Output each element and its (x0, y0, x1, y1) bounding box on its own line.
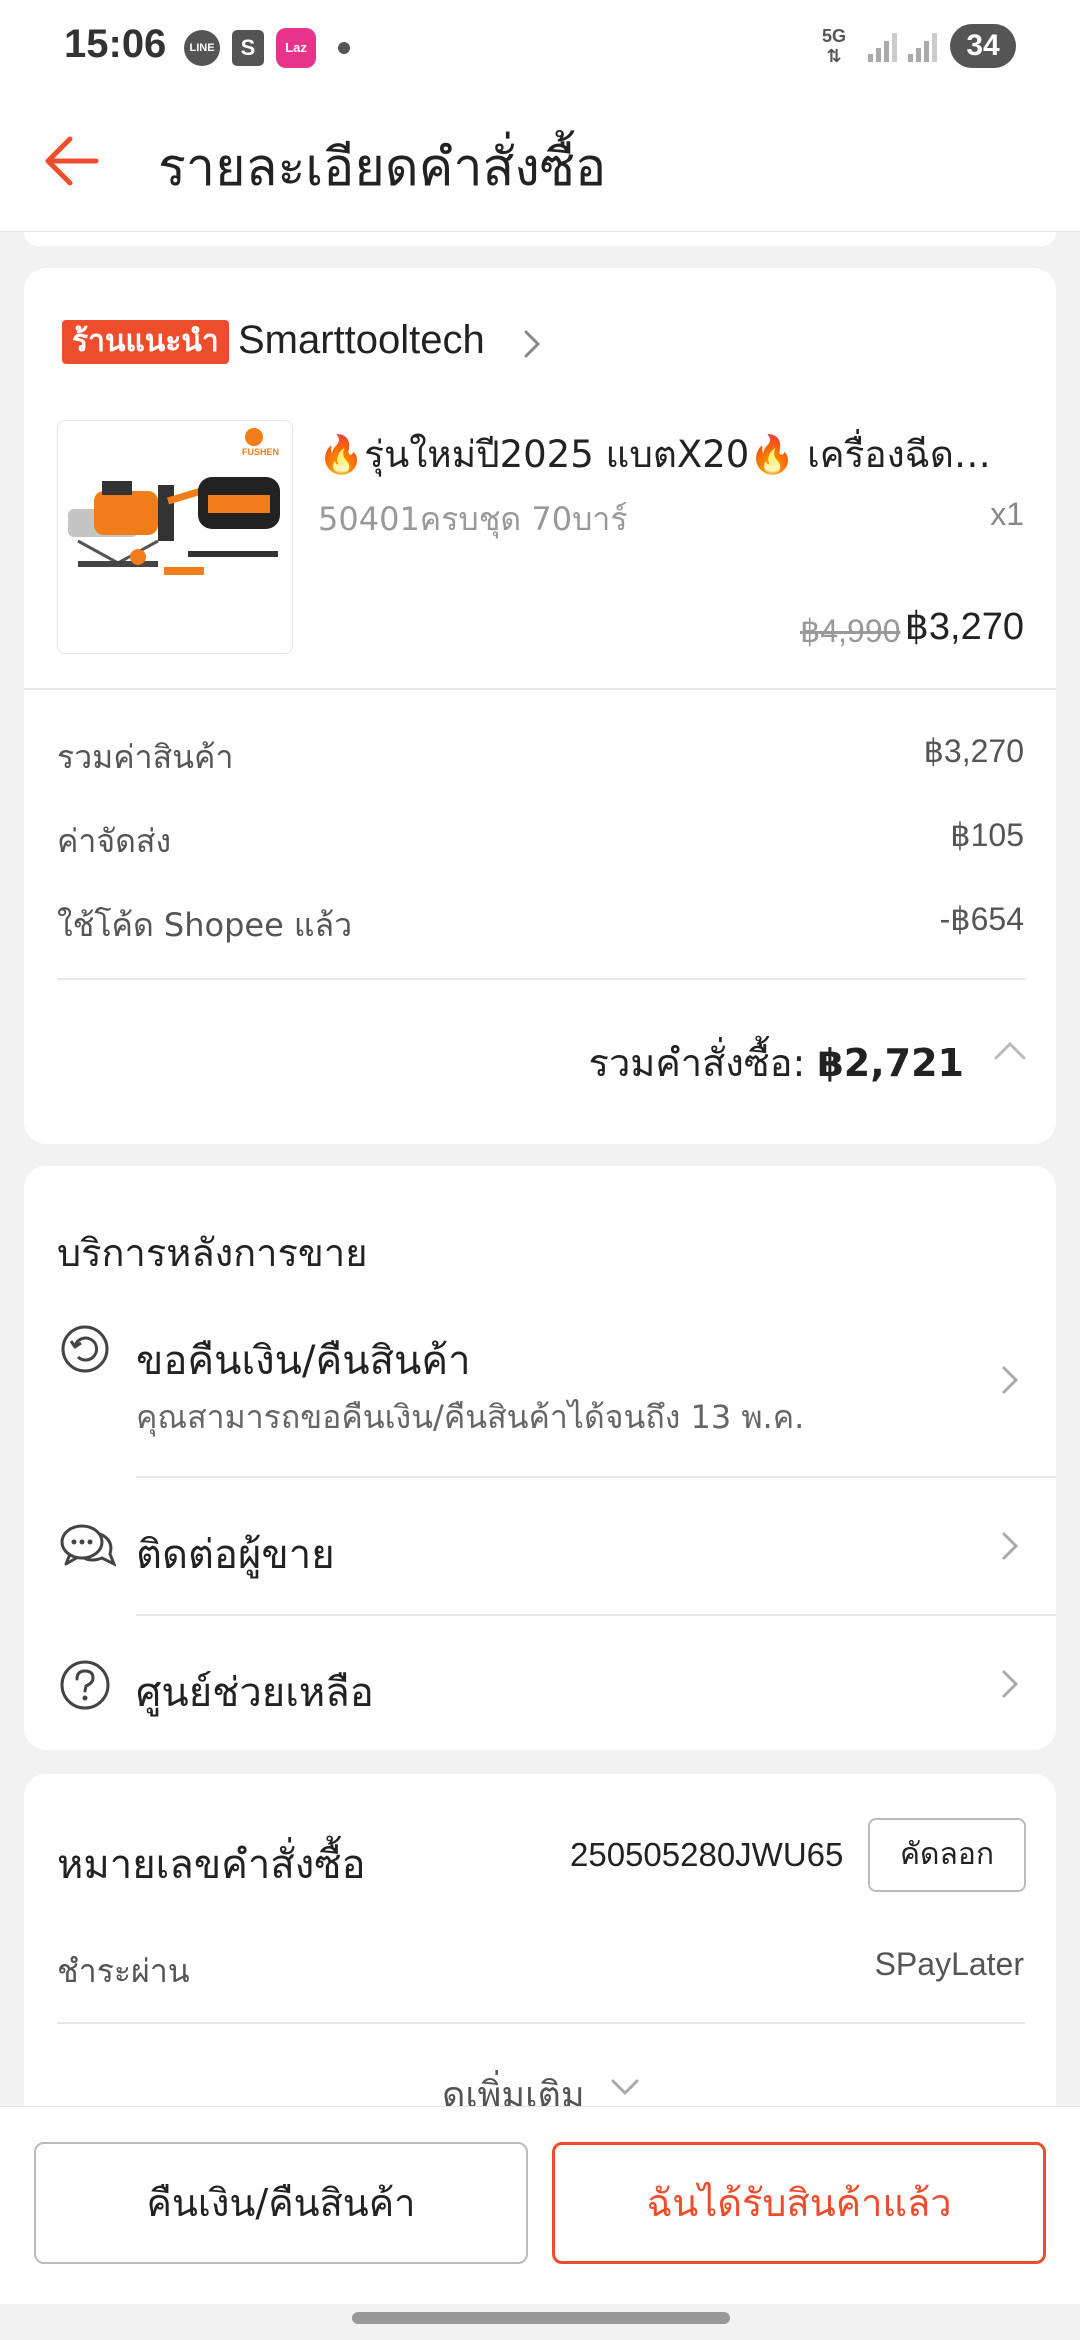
chat-icon (60, 1524, 116, 1567)
divider (57, 978, 1025, 980)
voucher-value: -฿654 (939, 901, 1024, 937)
svg-text:FUSHEN: FUSHEN (242, 447, 279, 457)
contact-seller-label[interactable]: ติดต่อผู้ขาย (136, 1522, 335, 1586)
order-number-label: หมายเลขคำสั่งซื้อ (57, 1842, 366, 1888)
merchandise-subtotal-label: รวมค่าสินค้า (57, 738, 234, 776)
order-total-value: ฿2,721 (817, 1041, 964, 1085)
divider (24, 688, 1056, 690)
payment-method-label: ชำระผ่าน (57, 1952, 190, 1990)
product-image[interactable]: FUSHEN (57, 420, 293, 654)
chevron-right-icon[interactable] (1000, 1530, 1020, 1562)
after-sale-title: บริการหลังการขาย (57, 1231, 368, 1275)
divider (136, 1476, 1056, 1478)
merchandise-subtotal-value: ฿3,270 (923, 733, 1024, 769)
signal-icon (868, 33, 897, 62)
preferred-shop-badge: ร้านแนะนำ (62, 320, 229, 364)
original-price: ฿4,990 (800, 613, 901, 649)
network-type-icon: 5G ⇅ (822, 26, 847, 66)
signal-icon-2 (908, 33, 937, 62)
battery-indicator: 34 (950, 24, 1016, 68)
order-total: รวมคำสั่งซื้อ: ฿2,721 (589, 1032, 964, 1093)
previous-card-edge (24, 232, 1056, 246)
line-app-icon: LINE (184, 30, 220, 66)
home-indicator[interactable] (352, 2312, 730, 2324)
sale-price: ฿3,270 (904, 606, 1024, 648)
divider (136, 1614, 1056, 1616)
back-arrow-icon[interactable] (36, 125, 106, 195)
product-name[interactable]: 🔥รุ่นใหม่ปี2025 แบตX20🔥 เครื่องฉีดน้ำแรง… (318, 425, 1028, 484)
refund-icon (61, 1325, 109, 1373)
refund-button[interactable]: คืนเงิน/คืนสินค้า (34, 2142, 528, 2264)
order-total-label: รวมคำสั่งซื้อ: (588, 1041, 806, 1085)
refund-deadline-text: คุณสามารถขอคืนเงิน/คืนสินค้าได้จนถึง 13 … (136, 1398, 805, 1436)
help-icon (60, 1660, 110, 1710)
shipping-fee-value: ฿105 (950, 817, 1024, 853)
notification-dot-icon (338, 42, 350, 54)
page-title: รายละเอียดคำสั่งซื้อ (158, 138, 607, 198)
chevron-right-icon[interactable] (520, 326, 544, 362)
pressure-washer-product-icon: FUSHEN (68, 428, 280, 575)
chevron-right-icon[interactable] (1000, 1668, 1020, 1700)
app-header: รายละเอียดคำสั่งซื้อ (0, 95, 1080, 232)
status-time: 15:06 (64, 22, 167, 66)
chevron-right-icon[interactable] (1000, 1364, 1020, 1396)
divider (57, 2022, 1025, 2024)
shop-name[interactable]: Smarttooltech (238, 318, 485, 363)
payment-method-value: SPayLater (874, 1946, 1024, 1982)
product-variant: 50401ครบชุด 70บาร์ (318, 500, 628, 538)
lazada-app-icon: Laz (276, 28, 316, 68)
voucher-label: ใช้โค้ด Shopee แล้ว (57, 906, 353, 944)
shipping-fee-label: ค่าจัดส่ง (57, 822, 172, 860)
status-bar: 15:06 LINE S Laz 5G ⇅ 34 (0, 0, 1080, 95)
order-card (24, 268, 1056, 1144)
product-quantity: x1 (990, 496, 1024, 532)
copy-button[interactable]: คัดลอก (868, 1818, 1026, 1892)
help-center-label[interactable]: ศูนย์ช่วยเหลือ (136, 1660, 374, 1724)
chevron-down-icon[interactable] (610, 2078, 640, 2096)
order-received-button[interactable]: ฉันได้รับสินค้าแล้ว (552, 2142, 1046, 2264)
refund-request-label[interactable]: ขอคืนเงิน/คืนสินค้า (136, 1328, 471, 1392)
shopee-app-icon: S (232, 30, 264, 66)
chevron-up-icon[interactable] (992, 1038, 1028, 1062)
order-number-value: 250505280JWU65 (570, 1836, 844, 1873)
